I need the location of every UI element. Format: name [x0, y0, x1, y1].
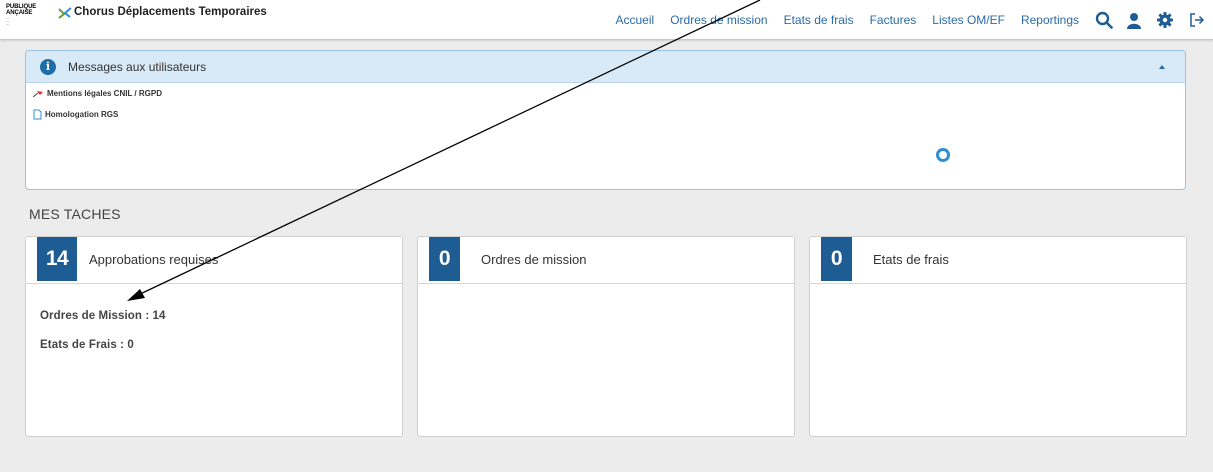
republique-francaise-logo: PUBLIQUE ANÇAISE ― ― ― [6, 4, 36, 26]
messages-header[interactable]: i Messages aux utilisateurs [26, 51, 1185, 83]
user-icon[interactable] [1127, 12, 1141, 29]
task-card-etats-de-frais[interactable]: 0 Etats de frais [809, 236, 1187, 437]
count-badge: 0 [429, 237, 460, 281]
card-title: Approbations requises [89, 252, 219, 267]
pin-icon [33, 90, 43, 97]
chorus-logo-icon [58, 7, 72, 19]
card-title: Ordres de mission [481, 252, 587, 267]
logo-motto: ― ― ― [6, 16, 9, 26]
message-label: Homologation RGS [45, 110, 119, 119]
logout-icon[interactable] [1189, 12, 1205, 28]
nav-factures[interactable]: Factures [870, 13, 917, 27]
card-header: 14 Approbations requises [26, 237, 402, 284]
loading-spinner-icon [936, 148, 950, 162]
info-icon: i [40, 59, 56, 75]
nav-reportings[interactable]: Reportings [1021, 13, 1079, 27]
messages-title: Messages aux utilisateurs [68, 60, 207, 74]
card-title: Etats de frais [873, 252, 949, 267]
task-card-ordres-de-mission[interactable]: 0 Ordres de mission [417, 236, 795, 437]
nav-listes-om-ef[interactable]: Listes OM/EF [932, 13, 1005, 27]
section-title-mes-taches: MES TACHES [29, 206, 121, 222]
messages-panel: i Messages aux utilisateurs Mentions lég… [25, 50, 1186, 190]
collapse-caret-icon[interactable] [1159, 65, 1165, 69]
card-header: 0 Ordres de mission [418, 237, 794, 284]
nav-ordres-de-mission[interactable]: Ordres de mission [670, 13, 767, 27]
nav-etats-de-frais[interactable]: Etats de frais [784, 13, 854, 27]
message-link-cnil[interactable]: Mentions légales CNIL / RGPD [33, 89, 162, 98]
nav-accueil[interactable]: Accueil [616, 13, 655, 27]
message-link-rgs[interactable]: Homologation RGS [33, 109, 118, 120]
document-icon [33, 109, 42, 120]
count-badge: 14 [37, 237, 77, 281]
search-icon[interactable] [1095, 11, 1113, 29]
card-header: 0 Etats de frais [810, 237, 1186, 284]
count-badge: 0 [821, 237, 852, 281]
main-nav: Accueil Ordres de mission Etats de frais… [616, 0, 1213, 40]
gear-icon[interactable] [1157, 12, 1173, 28]
message-label: Mentions légales CNIL / RGPD [47, 89, 162, 98]
logo-line-2: ANÇAISE [6, 10, 33, 16]
app-title[interactable]: Chorus Déplacements Temporaires [74, 6, 267, 18]
task-card-approbations[interactable]: 14 Approbations requises Ordres de Missi… [25, 236, 403, 437]
etats-de-frais-count-link[interactable]: Etats de Frais : 0 [40, 339, 134, 351]
top-bar: PUBLIQUE ANÇAISE ― ― ― Chorus Déplacements… [0, 0, 1213, 40]
ordres-de-mission-count-link[interactable]: Ordres de Mission : 14 [40, 310, 166, 322]
